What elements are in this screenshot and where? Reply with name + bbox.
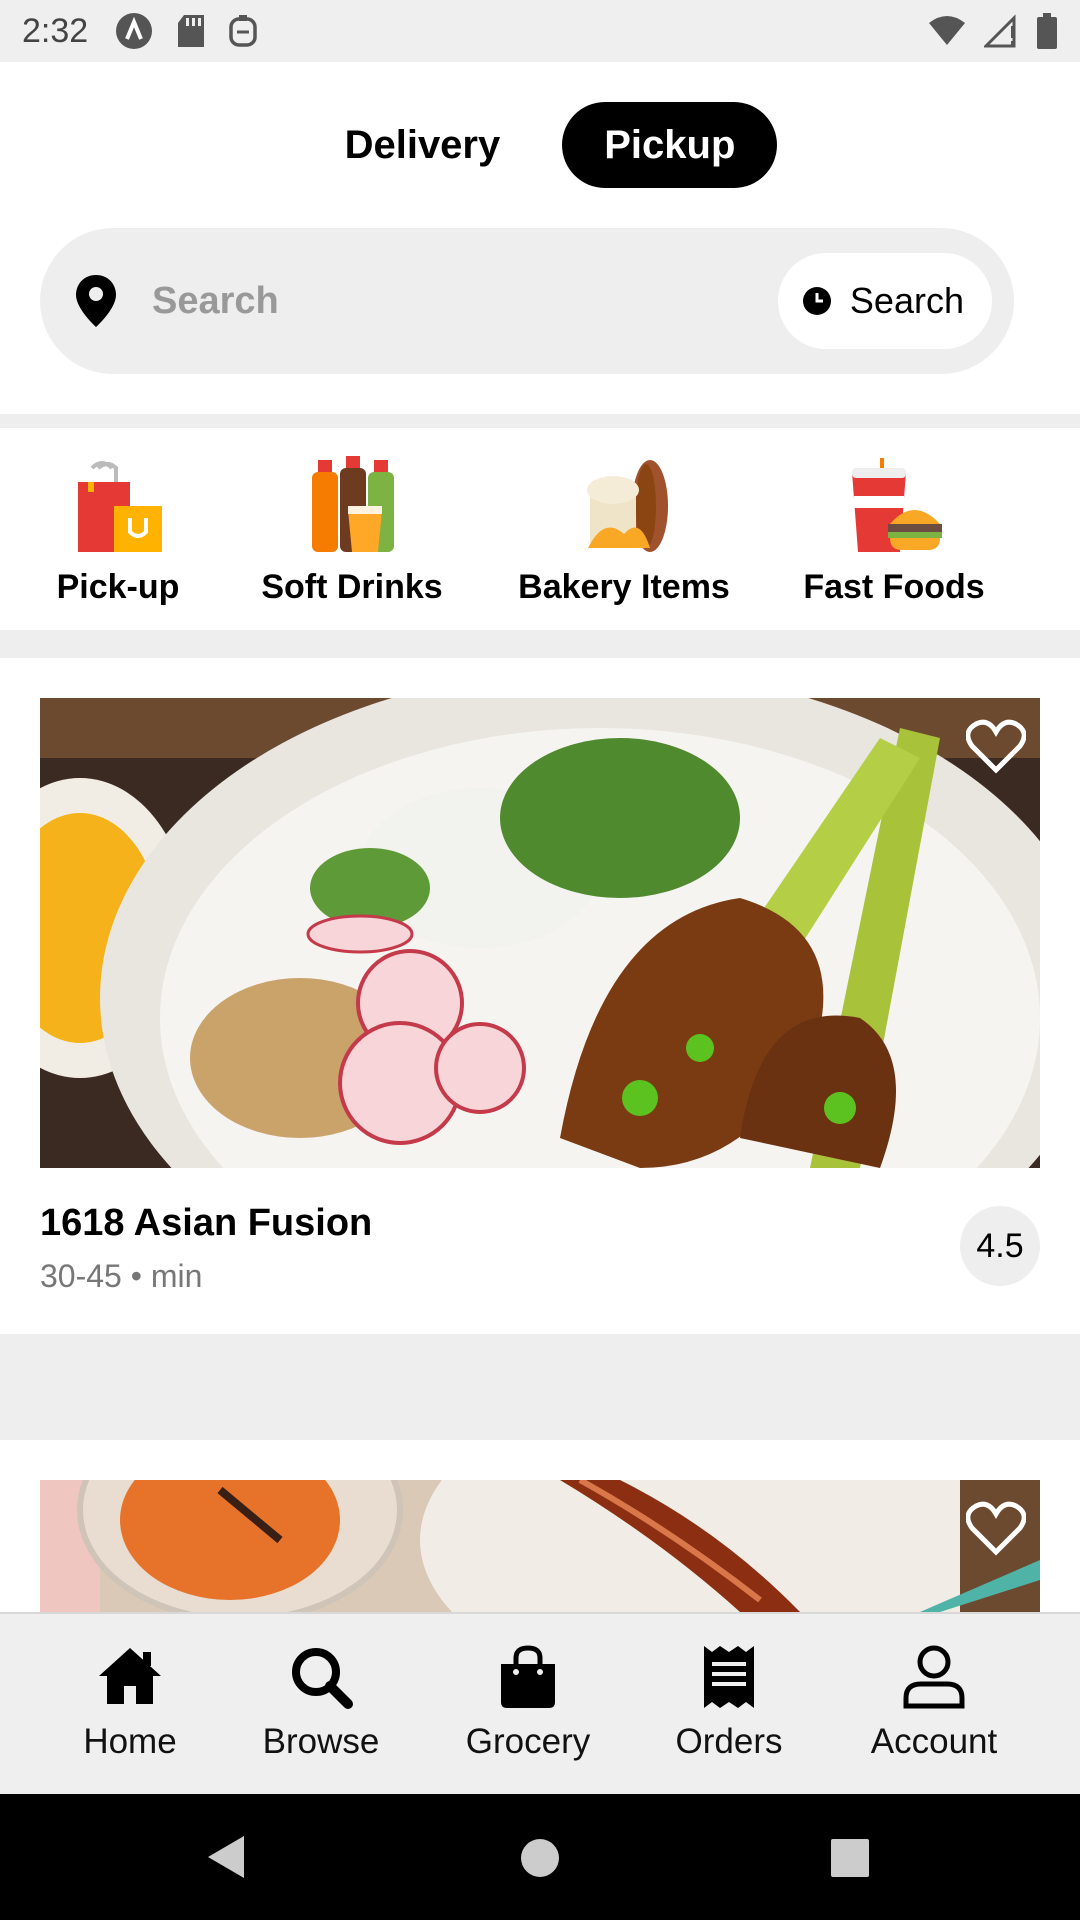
restaurant-name[interactable]: 1618 Asian Fusion — [40, 1202, 372, 1245]
delivery-tab[interactable]: Delivery — [303, 102, 543, 188]
burger-drink-icon — [852, 458, 942, 552]
pickup-tab[interactable]: Pickup — [562, 102, 778, 188]
bread-icon — [587, 460, 668, 552]
category-fast-foods[interactable]: Fast Foods — [803, 428, 985, 607]
status-bar: 2:32 — [0, 0, 1080, 62]
restaurant-delivery-time: 30-45 • min — [40, 1258, 203, 1294]
person-icon — [903, 1645, 965, 1709]
nav-grocery[interactable]: Grocery — [456, 1614, 600, 1796]
favorite-heart-icon[interactable] — [966, 1500, 1026, 1556]
category-carousel[interactable]: Pick-up Soft Drinks Bakery Items Fast Fo… — [0, 428, 1080, 630]
restaurant-card[interactable] — [0, 1440, 1080, 1612]
restaurant-image[interactable] — [40, 1480, 1040, 1612]
search-input[interactable]: Search — [152, 280, 778, 323]
nav-home[interactable]: Home — [70, 1614, 190, 1796]
search-bar[interactable]: Search Search — [40, 228, 1014, 374]
soda-bottles-icon — [312, 456, 394, 552]
nav-orders[interactable]: Orders — [660, 1614, 798, 1796]
status-time: 2:32 — [22, 11, 89, 50]
search-icon — [292, 1648, 353, 1709]
nav-label: Browse — [262, 1722, 380, 1761]
shopping-bags-icon — [78, 461, 162, 552]
category-label: Soft Drinks — [261, 568, 443, 606]
system-navigation-bar — [0, 1794, 1080, 1920]
clock-icon — [802, 287, 831, 315]
bacon-and-iced-drink-image — [40, 1480, 1040, 1612]
category-label: Fast Foods — [803, 568, 985, 606]
home-circle-icon[interactable] — [520, 1838, 560, 1878]
category-soft-drinks[interactable]: Soft Drinks — [261, 428, 443, 607]
nav-label: Account — [870, 1722, 998, 1761]
shopping-bag-icon — [501, 1645, 555, 1708]
category-label: Pick-up — [56, 568, 180, 606]
restaurant-image[interactable] — [40, 698, 1040, 1168]
nav-label: Grocery — [465, 1722, 591, 1761]
nav-account[interactable]: Account — [858, 1614, 1010, 1796]
section-divider — [0, 630, 1080, 658]
delivery-mode-toggle: Delivery Pickup — [0, 102, 1080, 188]
home-icon — [99, 1648, 161, 1704]
clipboard-bot-icon — [229, 15, 257, 47]
back-icon[interactable] — [206, 1834, 246, 1880]
signal-icon — [984, 14, 1016, 48]
restaurant-card[interactable]: 1618 Asian Fusion 30-45 • min 4.5 — [0, 658, 1080, 1334]
section-divider — [0, 1334, 1080, 1440]
nav-browse[interactable]: Browse — [250, 1614, 392, 1796]
location-pin-icon[interactable] — [74, 273, 118, 329]
recents-square-icon[interactable] — [830, 1838, 870, 1878]
section-divider — [0, 414, 1080, 428]
schedule-button-label: Search — [849, 280, 964, 321]
category-label: Bakery Items — [518, 568, 730, 606]
grilled-skewers-bowl-image — [40, 698, 1040, 1168]
wifi-icon — [929, 16, 965, 45]
favorite-heart-icon[interactable] — [966, 718, 1026, 774]
category-pick-up[interactable]: Pick-up — [48, 428, 188, 607]
autotext-icon — [116, 13, 153, 49]
sd-card-icon — [178, 15, 205, 47]
battery-icon — [1037, 13, 1057, 49]
bottom-navigation: Home Browse Grocery Orders Account — [0, 1612, 1080, 1794]
rating-badge: 4.5 — [960, 1206, 1040, 1286]
receipt-icon — [704, 1646, 754, 1708]
schedule-button[interactable]: Search — [777, 253, 992, 349]
nav-label: Orders — [675, 1722, 783, 1761]
category-bakery-items[interactable]: Bakery Items — [516, 428, 732, 607]
nav-label: Home — [83, 1722, 177, 1761]
